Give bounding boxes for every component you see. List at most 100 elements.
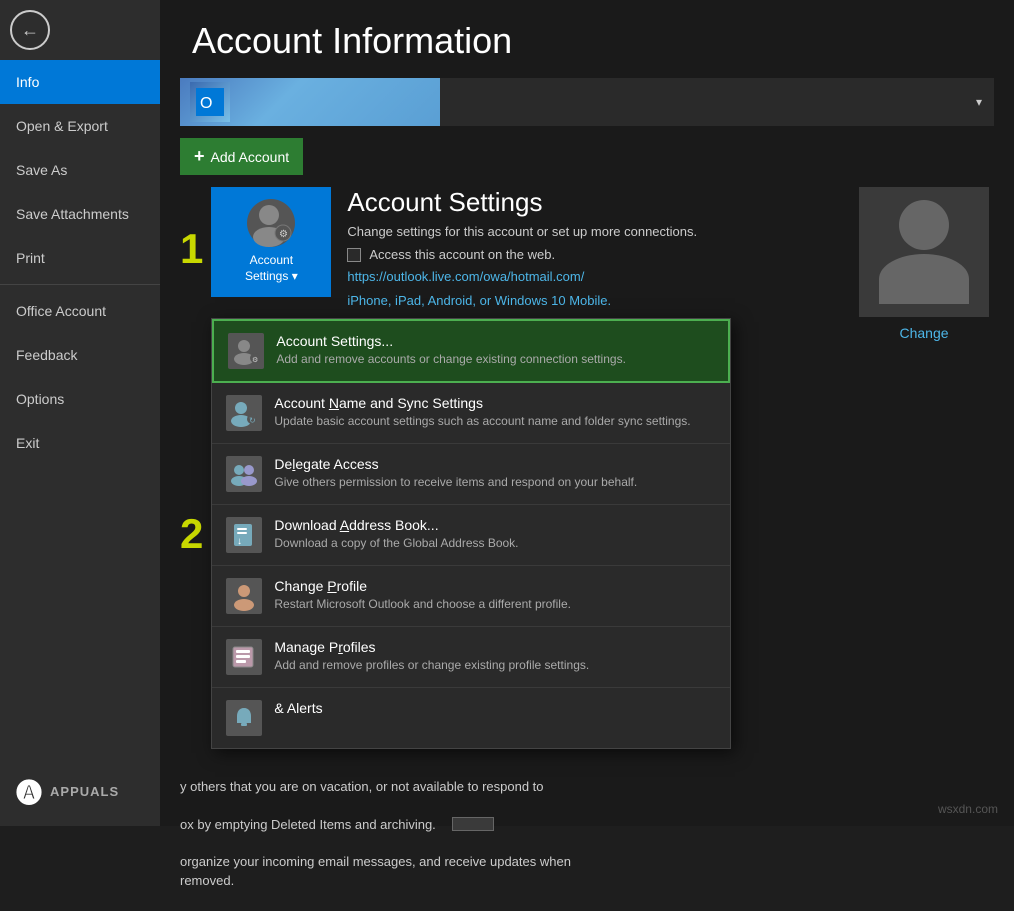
rules-section: organize your incoming email messages, a…: [180, 852, 994, 891]
vacation-text: y others that you are on vacation, or no…: [180, 777, 994, 797]
delegate-access-title: Delegate Access: [274, 456, 716, 472]
sidebar-item-save-as[interactable]: Save As: [0, 148, 160, 192]
svg-text:⚙: ⚙: [252, 356, 258, 364]
profile-change-icon: [229, 581, 259, 611]
main-content: Account Information O ▾ + Add Account 1: [160, 0, 1014, 826]
cleanup-button[interactable]: [452, 817, 494, 831]
menu-item-manage-profiles[interactable]: Manage Profiles Add and remove profiles …: [212, 627, 730, 688]
account-name-sync-title: Account Name and Sync Settings: [274, 395, 716, 411]
left-section: 1 ⚙ Account Settings ▾: [180, 187, 834, 757]
access-row: Access this account on the web.: [347, 247, 697, 262]
back-button[interactable]: ←: [0, 0, 60, 60]
step-1-number: 1: [180, 228, 203, 270]
manage-profiles-text: Manage Profiles Add and remove profiles …: [274, 639, 716, 674]
bell-icon: [229, 703, 259, 733]
book-download-icon: ↓: [229, 520, 259, 550]
sidebar-item-options[interactable]: Options: [0, 377, 160, 421]
access-checkbox[interactable]: [347, 248, 361, 262]
dropdown-menu: ⚙ Account Settings... Add and remove acc…: [211, 318, 731, 749]
profile-photo: [859, 187, 989, 317]
change-profile-text: Change Profile Restart Microsoft Outlook…: [274, 578, 716, 613]
step-2-number: 2: [180, 513, 203, 555]
svg-text:↻: ↻: [249, 416, 256, 425]
sidebar-item-print[interactable]: Print: [0, 236, 160, 280]
manage-profiles-desc: Add and remove profiles or change existi…: [274, 657, 716, 674]
manage-profiles-title: Manage Profiles: [274, 639, 716, 655]
person-gear-icon: ⚙: [247, 199, 295, 247]
sidebar-item-save-attachments[interactable]: Save Attachments: [0, 192, 160, 236]
access-label: Access this account on the web.: [369, 247, 555, 262]
account-selector-bar: O ▾: [180, 78, 994, 126]
alerts-title: & Alerts: [274, 700, 716, 716]
dropdown-arrow-icon: ▾: [976, 95, 982, 109]
avatar-body: [879, 254, 969, 304]
menu-item-alerts[interactable]: & Alerts: [212, 688, 730, 748]
bottom-info: y others that you are on vacation, or no…: [160, 757, 1014, 911]
alerts-text: & Alerts: [274, 700, 716, 718]
download-address-book-desc: Download a copy of the Global Address Bo…: [274, 535, 716, 552]
menu-item-account-settings[interactable]: ⚙ Account Settings... Add and remove acc…: [212, 319, 730, 383]
add-account-button[interactable]: + Add Account: [180, 138, 303, 175]
outlook-link[interactable]: https://outlook.live.com/owa/hotmail.com…: [347, 269, 584, 284]
account-dropdown[interactable]: ▾: [440, 78, 994, 126]
right-section: Change: [854, 187, 994, 757]
person-sync-icon: ↻: [229, 398, 259, 428]
account-tile[interactable]: O: [180, 78, 440, 126]
step-1-row: 1 ⚙ Account Settings ▾: [180, 187, 834, 310]
cleanup-section: ox by emptying Deleted Items and archivi…: [180, 817, 994, 832]
sidebar-item-feedback[interactable]: Feedback: [0, 333, 160, 377]
download-address-book-title: Download Address Book...: [274, 517, 716, 533]
account-settings-label: Account Settings ▾: [245, 253, 298, 284]
sidebar-item-open-export[interactable]: Open & Export: [0, 104, 160, 148]
cleanup-row: ox by emptying Deleted Items and archivi…: [180, 817, 994, 832]
add-account-label: Add Account: [211, 149, 290, 165]
account-tile-icon: O: [190, 82, 230, 122]
cleanup-text: ox by emptying Deleted Items and archivi…: [180, 817, 436, 832]
watermark: wsxdn.com: [938, 802, 998, 816]
person-gear-small-icon: ⚙: [231, 336, 261, 366]
delegate-access-text: Delegate Access Give others permission t…: [274, 456, 716, 491]
svg-text:O: O: [200, 95, 212, 112]
settings-title: Account Settings: [347, 187, 697, 218]
outlook-icon: O: [196, 88, 224, 116]
change-profile-desc: Restart Microsoft Outlook and choose a d…: [274, 596, 716, 613]
change-profile-icon: [226, 578, 262, 614]
manage-profiles-icon: [226, 639, 262, 675]
download-address-book-text: Download Address Book... Download a copy…: [274, 517, 716, 552]
account-settings-icon: ⚙: [247, 199, 295, 247]
menu-item-account-name-sync[interactable]: ↻ Account Name and Sync Settings Update …: [212, 383, 730, 444]
content-area: 1 ⚙ Account Settings ▾: [160, 187, 1014, 757]
menu-item-change-profile[interactable]: Change Profile Restart Microsoft Outlook…: [212, 566, 730, 627]
menu-item-delegate-access[interactable]: Delegate Access Give others permission t…: [212, 444, 730, 505]
alerts-icon: [226, 700, 262, 736]
account-settings-menu-text: Account Settings... Add and remove accou…: [276, 333, 714, 368]
plus-icon: +: [194, 146, 205, 167]
page-title: Account Information: [160, 0, 1014, 78]
sidebar: ← Info Open & Export Save As Save Attach…: [0, 0, 160, 826]
avatar-head: [899, 200, 949, 250]
account-settings-button[interactable]: ⚙ Account Settings ▾: [211, 187, 331, 297]
settings-info-panel: Account Settings Change settings for thi…: [331, 187, 697, 310]
menu-item-download-address-book[interactable]: ↓ Download Address Book... Download a co…: [212, 505, 730, 566]
change-profile-title: Change Profile: [274, 578, 716, 594]
sidebar-item-office-account[interactable]: Office Account: [0, 289, 160, 333]
sidebar-item-info[interactable]: Info: [0, 60, 160, 104]
people-icon: [229, 459, 259, 489]
change-profile-link[interactable]: Change: [899, 325, 948, 341]
delegate-access-desc: Give others permission to receive items …: [274, 474, 716, 491]
account-name-sync-text: Account Name and Sync Settings Update ba…: [274, 395, 716, 430]
account-name-sync-icon: ↻: [226, 395, 262, 431]
app-logo: 🅐 APPUALS: [0, 757, 160, 826]
delegate-access-icon: [226, 456, 262, 492]
rules-text: organize your incoming email messages, a…: [180, 852, 994, 891]
mobile-link[interactable]: iPhone, iPad, Android, or Windows 10 Mob…: [347, 293, 611, 308]
account-settings-menu-icon: ⚙: [228, 333, 264, 369]
settings-description: Change settings for this account or set …: [347, 224, 697, 239]
account-name-sync-desc: Update basic account settings such as ac…: [274, 413, 716, 430]
vacation-section: y others that you are on vacation, or no…: [180, 777, 994, 797]
account-settings-menu-desc: Add and remove accounts or change existi…: [276, 351, 714, 368]
back-arrow-icon: ←: [10, 10, 50, 50]
sidebar-item-exit[interactable]: Exit: [0, 421, 160, 465]
account-settings-menu-title: Account Settings...: [276, 333, 714, 349]
svg-text:↓: ↓: [237, 536, 242, 547]
